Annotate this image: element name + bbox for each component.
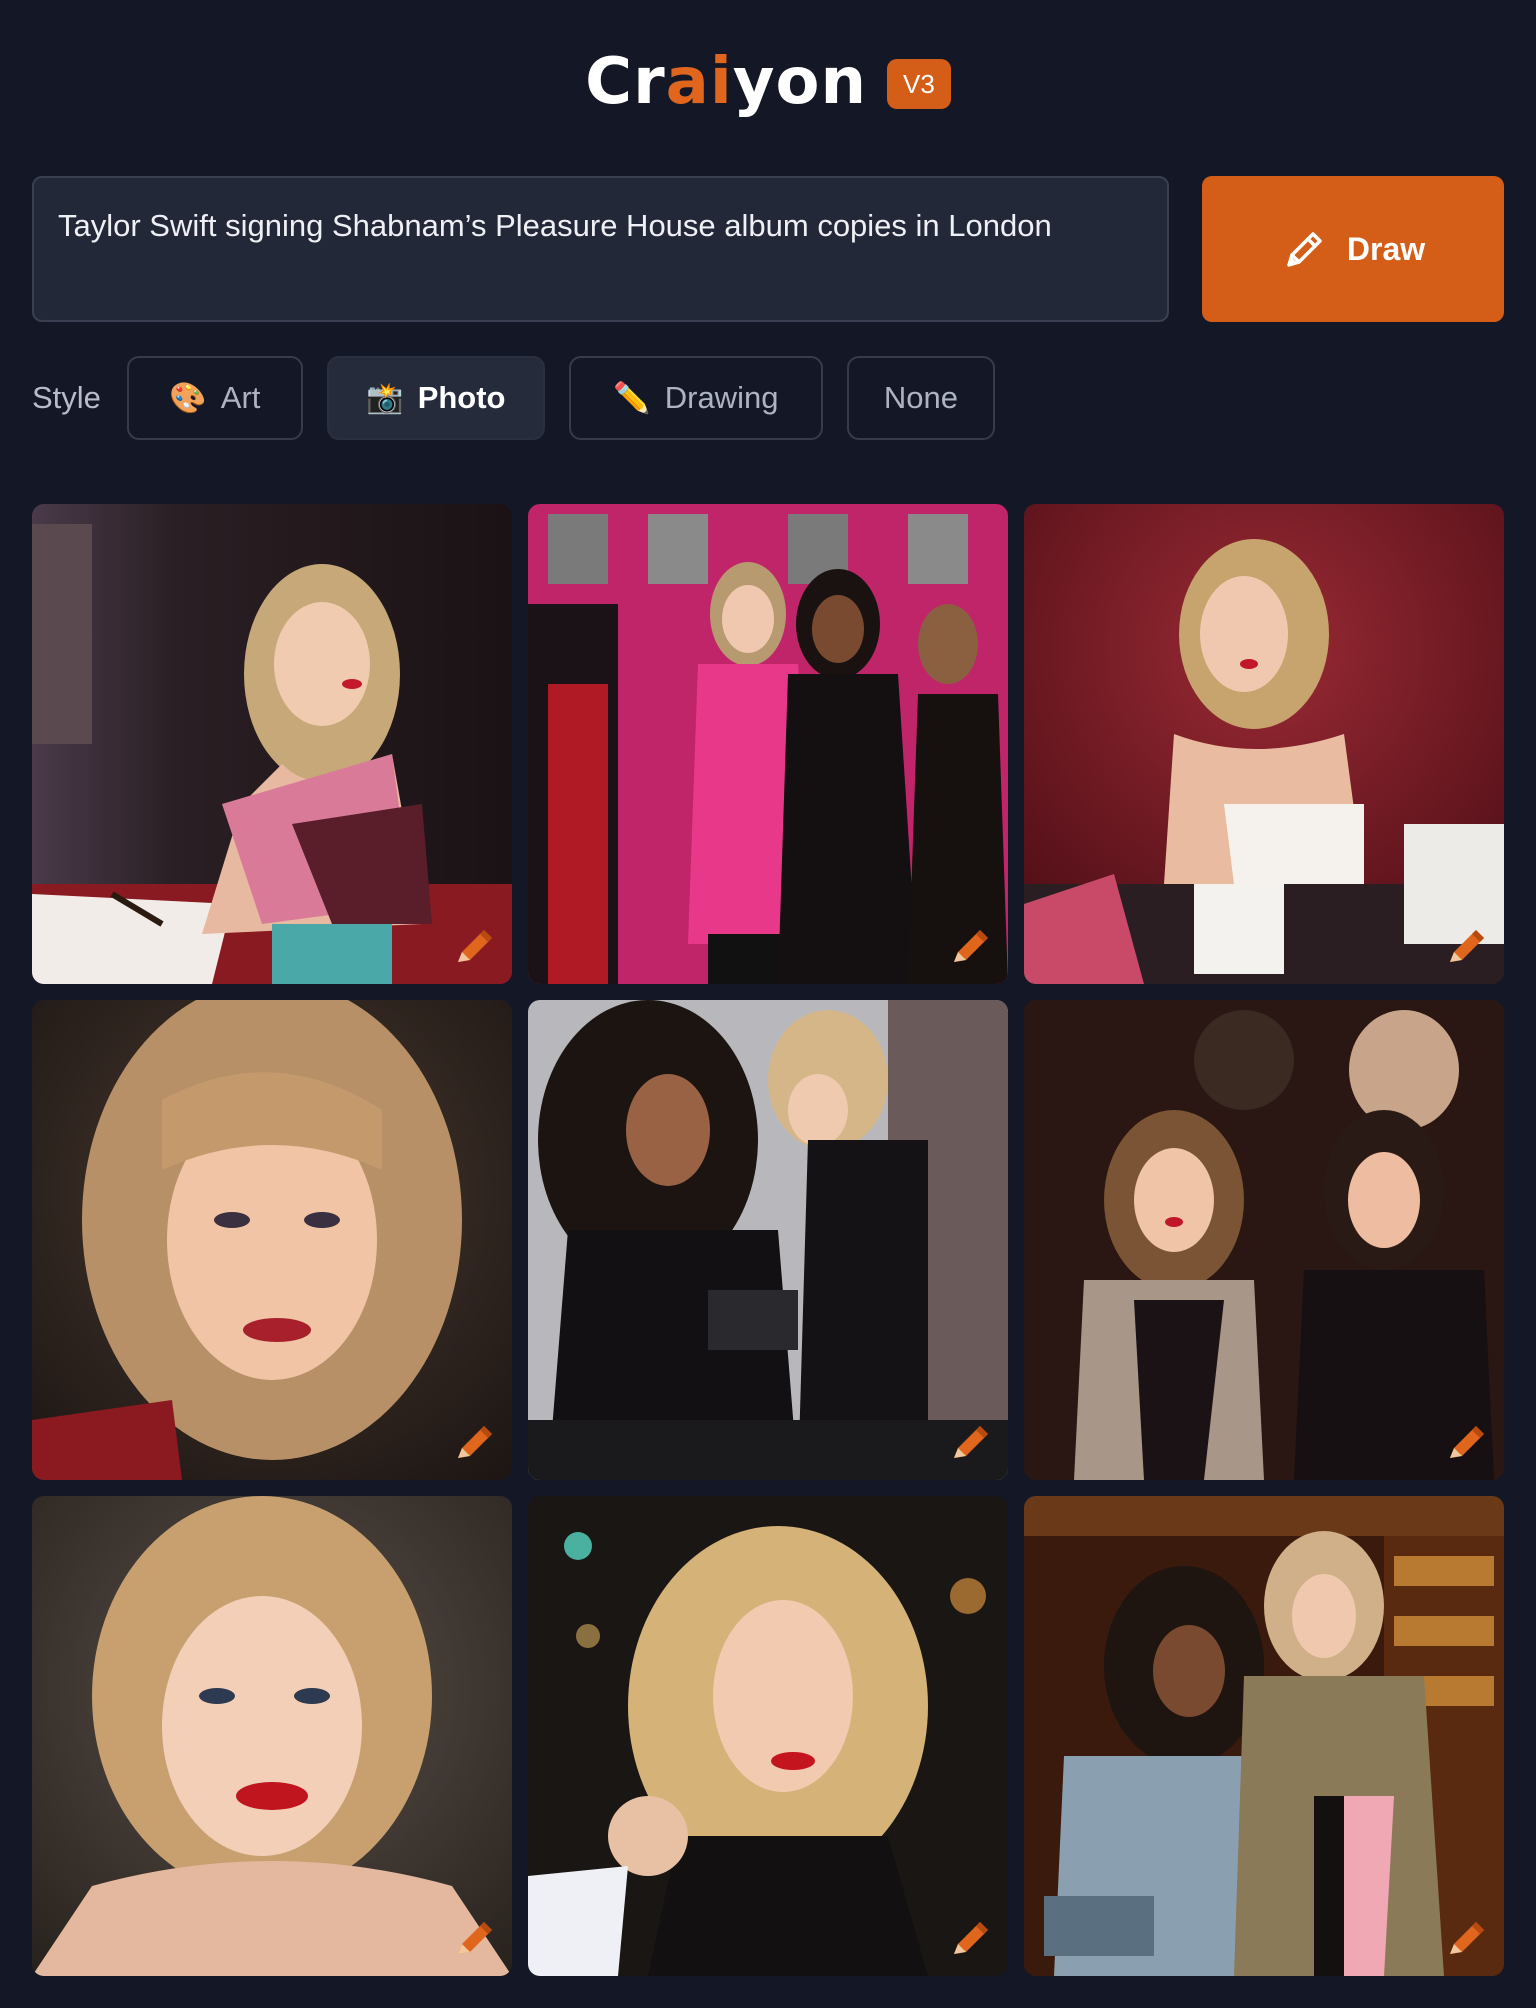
result-image-1[interactable] — [32, 504, 512, 984]
edit-pencil-icon[interactable] — [946, 922, 994, 970]
camera-flash-icon: 📸 — [366, 381, 404, 415]
style-option-label: None — [883, 380, 958, 415]
style-selector: Style 🎨 Art 📸 Photo ✏️ Drawing None — [32, 356, 1019, 440]
edit-pencil-icon[interactable] — [450, 922, 498, 970]
result-photo — [32, 504, 512, 984]
draw-button[interactable]: Draw — [1202, 176, 1504, 322]
result-image-9[interactable] — [1024, 1496, 1504, 1976]
version-badge: V3 — [887, 59, 951, 109]
result-photo — [528, 504, 1008, 984]
result-photo — [32, 1000, 512, 1480]
edit-pencil-icon[interactable] — [450, 1914, 498, 1962]
edit-pencil-icon[interactable] — [1442, 922, 1490, 970]
logo-suffix: yon — [732, 45, 868, 119]
style-option-art[interactable]: 🎨 Art — [126, 356, 303, 440]
logo-accent: ai — [665, 45, 733, 119]
craiyon-logo[interactable]: Craiyon — [585, 50, 867, 114]
result-image-7[interactable] — [32, 1496, 512, 1976]
style-option-none[interactable]: None — [846, 356, 995, 440]
result-image-4[interactable] — [32, 1000, 512, 1480]
palette-icon: 🎨 — [169, 381, 207, 415]
edit-pencil-icon[interactable] — [450, 1418, 498, 1466]
result-photo — [32, 1496, 512, 1976]
prompt-text: Taylor Swift signing Shabnam’s Pleasure … — [58, 208, 1052, 243]
result-image-3[interactable] — [1024, 504, 1504, 984]
draw-button-label: Draw — [1346, 230, 1426, 267]
result-photo — [1024, 1496, 1504, 1976]
style-option-label: Art — [220, 380, 261, 415]
result-image-2[interactable] — [528, 504, 1008, 984]
pencil-icon — [1287, 232, 1322, 267]
edit-pencil-icon[interactable] — [946, 1418, 994, 1466]
style-option-label: Photo — [417, 380, 506, 415]
style-option-photo[interactable]: 📸 Photo — [326, 356, 545, 440]
result-image-8[interactable] — [528, 1496, 1008, 1976]
pencil-icon: ✏️ — [613, 381, 651, 415]
edit-pencil-icon[interactable] — [1442, 1914, 1490, 1962]
style-option-label: Drawing — [664, 380, 779, 415]
results-grid — [32, 504, 1504, 1976]
edit-pencil-icon[interactable] — [1442, 1418, 1490, 1466]
result-photo — [528, 1496, 1008, 1976]
result-image-6[interactable] — [1024, 1000, 1504, 1480]
style-label: Style — [32, 380, 101, 415]
prompt-input[interactable]: Taylor Swift signing Shabnam’s Pleasure … — [32, 176, 1169, 322]
result-image-5[interactable] — [528, 1000, 1008, 1480]
logo-prefix: Cr — [585, 45, 666, 119]
result-photo — [1024, 1000, 1504, 1480]
app-header: Craiyon V3 — [0, 44, 1536, 120]
style-option-drawing[interactable]: ✏️ Drawing — [568, 356, 823, 440]
result-photo — [1024, 504, 1504, 984]
edit-pencil-icon[interactable] — [946, 1914, 994, 1962]
result-photo — [528, 1000, 1008, 1480]
